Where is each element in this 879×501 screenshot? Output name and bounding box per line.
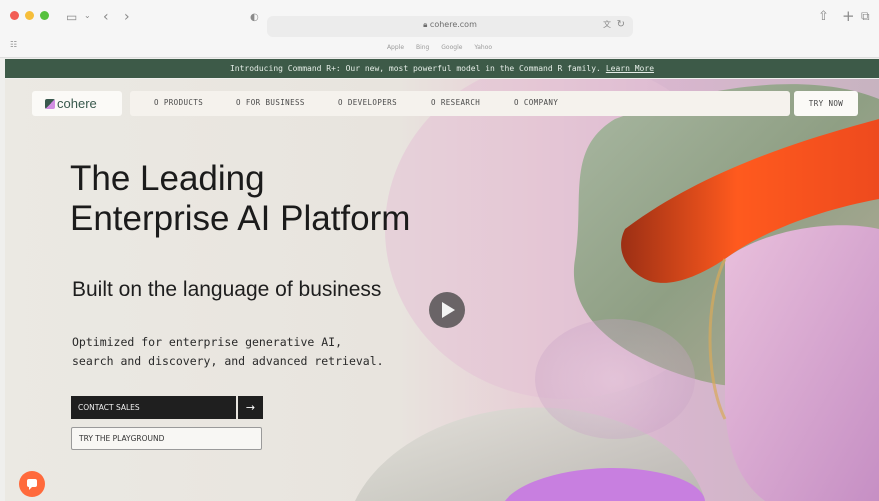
nav-for-business[interactable]: O FOR BUSINESS [236, 98, 305, 107]
site-nav: cohere O PRODUCTS O FOR BUSINESS O DEVEL… [32, 91, 858, 116]
try-playground-button[interactable]: TRY THE PLAYGROUND [71, 427, 262, 450]
new-tab-icon[interactable]: + [842, 9, 855, 24]
favorites-bar: Apple Bing Google Yahoo [0, 44, 879, 51]
hero-title-line: The Leading [70, 159, 265, 198]
share-icon[interactable]: ⇧ [818, 10, 829, 23]
chevron-down-icon[interactable]: ⌄ [84, 12, 91, 20]
zoom-window-button[interactable] [40, 11, 49, 20]
learn-more-link[interactable]: Learn More [606, 64, 654, 73]
description-line: Optimized for enterprise generative AI, [72, 335, 343, 349]
announcement-bar: Introducing Command R+: Our new, most po… [5, 59, 879, 78]
browser-toolbar: ▭ ⌄ ‹ › ☷ ◐ 🔒︎ cohere.com 文 ↻ ⇧ + ⧉ Appl… [0, 0, 879, 58]
back-button[interactable]: ‹ [103, 10, 109, 24]
reload-icon[interactable]: ↻ [617, 20, 625, 30]
favorite-link[interactable]: Bing [416, 44, 429, 51]
favorite-link[interactable]: Yahoo [474, 44, 492, 51]
close-window-button[interactable] [10, 11, 19, 20]
favorite-link[interactable]: Apple [387, 44, 404, 51]
hero-description: Optimized for enterprise generative AI, … [72, 333, 492, 371]
url-text: cohere.com [429, 20, 477, 29]
nav-research[interactable]: O RESEARCH [431, 98, 480, 107]
contact-sales-button[interactable]: CONTACT SALES [71, 396, 236, 419]
description-line: search and discovery, and advanced retri… [72, 354, 384, 368]
try-now-button[interactable]: TRY NOW [794, 91, 858, 116]
chat-icon [27, 479, 37, 490]
translate-icon[interactable]: 文 [603, 21, 611, 29]
address-bar[interactable]: 🔒︎ cohere.com 文 ↻ [267, 16, 633, 37]
sidebar-toggle-icon[interactable]: ▭ [66, 11, 77, 23]
nav-company[interactable]: O COMPANY [514, 98, 558, 107]
nav-products[interactable]: O PRODUCTS [154, 98, 203, 107]
hero-subtitle: Built on the language of business [72, 278, 382, 301]
play-video-button[interactable] [429, 292, 465, 328]
nav-menu: O PRODUCTS O FOR BUSINESS O DEVELOPERS O… [130, 91, 790, 116]
logo-link[interactable]: cohere [32, 91, 122, 116]
hero-title-line: Enterprise AI Platform [70, 199, 411, 238]
hero-title: The Leading Enterprise AI Platform [70, 159, 590, 239]
forward-button[interactable]: › [124, 10, 130, 24]
chat-widget-button[interactable] [19, 471, 45, 497]
favorite-link[interactable]: Google [441, 44, 462, 51]
minimize-window-button[interactable] [25, 11, 34, 20]
lock-icon: 🔒︎ [423, 20, 428, 29]
arrow-right-icon[interactable]: → [238, 396, 263, 419]
window-controls [10, 11, 49, 20]
nav-developers[interactable]: O DEVELOPERS [338, 98, 397, 107]
tab-overview-icon[interactable]: ⧉ [861, 10, 870, 22]
announcement-text: Introducing Command R+: Our new, most po… [229, 64, 601, 73]
logo-text: cohere [57, 96, 97, 111]
play-icon [442, 302, 455, 318]
cohere-logo-icon [45, 99, 55, 109]
privacy-shield-icon[interactable]: ◐ [250, 13, 259, 23]
